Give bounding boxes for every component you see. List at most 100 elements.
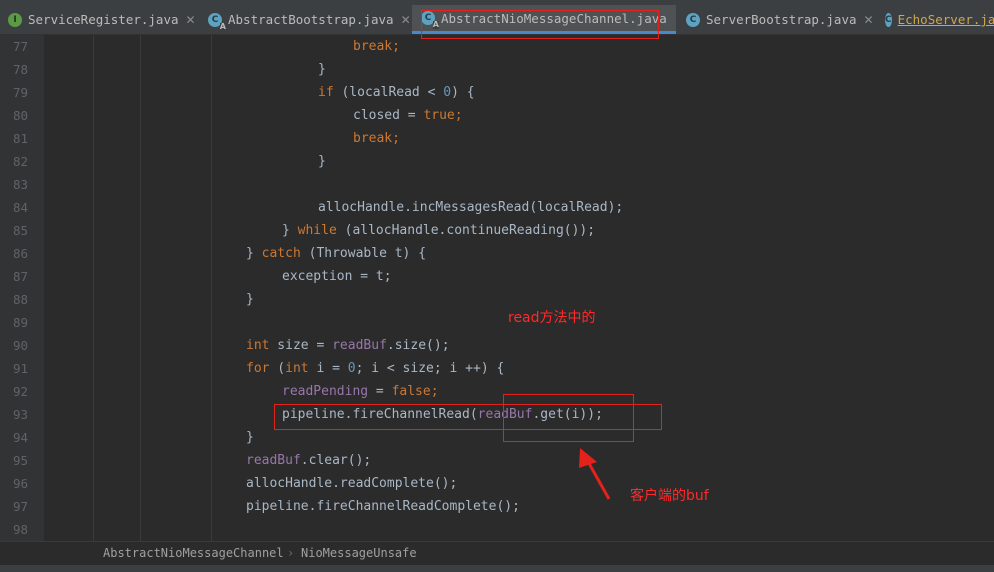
close-icon[interactable]: ✕	[186, 13, 196, 27]
tab-label: AbstractBootstrap.java	[228, 12, 394, 27]
line-number: 79	[12, 85, 28, 100]
code-editor[interactable]: break;} if (localRead < 0) {closed = true…	[44, 35, 994, 541]
line-number: 94	[12, 430, 28, 445]
annotation-read-method-note: read方法中的	[508, 310, 596, 326]
class-icon: C	[686, 12, 700, 27]
breadcrumb: AbstractNioMessageChannel › NioMessageUn…	[0, 541, 994, 564]
code-line: } while (allocHandle.continueReading());	[282, 219, 595, 242]
tab-label: ServiceRegister.java	[28, 12, 179, 27]
tab-echo-server[interactable]: C EchoServer.ja	[876, 5, 994, 34]
code-token: true;	[423, 108, 463, 123]
code-token: }	[318, 154, 326, 169]
code-token: .size();	[386, 338, 450, 353]
tab-service-register[interactable]: I ServiceRegister.java ✕	[0, 5, 198, 34]
code-token: (localRead <	[333, 85, 444, 100]
line-number-gutter: 77 78 79 80 81 82 83 84 85 86 87 88 89 90 91 92 93 94 95 96…	[0, 35, 44, 541]
code-token: }	[246, 430, 254, 445]
code-token: pipeline.fireChannelReadComplete();	[246, 499, 520, 514]
code-token: closed =	[353, 108, 424, 123]
code-token: .clear();	[300, 453, 372, 468]
code-line: break;	[353, 35, 400, 58]
line-number: 98	[12, 522, 28, 537]
annotation-box-readbuf-get	[503, 394, 634, 442]
line-number: 84	[12, 200, 28, 215]
line-number: 91	[12, 361, 28, 376]
tab-server-bootstrap[interactable]: C ServerBootstrap.java ✕	[676, 5, 876, 34]
code-token: }	[246, 246, 262, 261]
line-number: 83	[12, 177, 28, 192]
indent-guide	[93, 35, 94, 541]
line-number: 81	[12, 131, 28, 146]
code-token: allocHandle.readComplete();	[246, 476, 458, 491]
code-line: pipeline.fireChannelReadComplete();	[246, 495, 520, 518]
line-number: 88	[12, 292, 28, 307]
code-token: =	[368, 384, 392, 399]
tab-abstract-bootstrap[interactable]: CA AbstractBootstrap.java ✕	[198, 5, 412, 34]
code-token: readPending	[282, 384, 369, 399]
breadcrumb-class[interactable]: AbstractNioMessageChannel	[103, 542, 284, 564]
code-line: closed = true;	[353, 104, 463, 127]
line-number: 77	[12, 39, 28, 54]
line-number: 92	[12, 384, 28, 399]
code-line: int size = readBuf.size();	[246, 334, 450, 357]
line-number: 97	[12, 499, 28, 514]
code-line: }	[246, 288, 254, 311]
code-token: (	[269, 361, 286, 376]
code-token: ) {	[451, 85, 475, 100]
code-token: }	[318, 62, 326, 77]
line-number: 90	[12, 338, 28, 353]
code-line: break;	[353, 127, 400, 150]
line-number: 87	[12, 269, 28, 284]
breadcrumb-inner-class[interactable]: NioMessageUnsafe	[301, 542, 417, 564]
line-number: 96	[12, 476, 28, 491]
code-token: allocHandle.incMessagesRead(localRead);	[318, 200, 624, 215]
line-number: 95	[12, 453, 28, 468]
indent-guide	[140, 35, 141, 541]
annotation-arrow	[579, 448, 611, 500]
code-token: for	[246, 361, 270, 376]
code-line: allocHandle.readComplete();	[246, 472, 457, 495]
line-number: 93	[12, 407, 28, 422]
indent-guide	[211, 35, 212, 541]
close-icon[interactable]: ✕	[864, 13, 874, 27]
code-token: int	[246, 338, 270, 353]
annotation-client-buf-note: 客户端的buf	[630, 488, 709, 504]
abstract-class-icon: CA	[208, 12, 226, 31]
code-line: }	[318, 58, 326, 81]
code-line: for (int i = 0; i < size; i ++) {	[246, 357, 504, 380]
code-line: exception = t;	[282, 265, 392, 288]
code-token: break;	[353, 39, 400, 54]
code-token: int	[285, 361, 309, 376]
code-token: }	[282, 223, 298, 238]
code-token: readBuf	[332, 338, 387, 353]
code-token: ; i < size; i ++) {	[355, 361, 505, 376]
tab-label: ServerBootstrap.java	[706, 12, 857, 27]
arrow-head	[579, 448, 597, 468]
code-token: readBuf	[246, 453, 301, 468]
code-token: size =	[269, 338, 333, 353]
code-line: }	[318, 150, 326, 173]
line-number: 82	[12, 154, 28, 169]
code-line: readPending = false;	[282, 380, 439, 403]
code-token: if	[318, 85, 334, 100]
code-token: i =	[308, 361, 348, 376]
breadcrumb-separator: ›	[287, 546, 295, 560]
code-token: false;	[391, 384, 439, 399]
code-token: }	[246, 292, 254, 307]
code-token: 0	[347, 361, 356, 376]
code-token: (allocHandle.continueReading());	[336, 223, 596, 238]
line-number: 85	[12, 223, 28, 238]
code-token: 0	[443, 85, 452, 100]
tab-label: EchoServer.ja	[897, 12, 994, 27]
code-line: readBuf.clear();	[246, 449, 371, 472]
code-line: if (localRead < 0) {	[318, 81, 475, 104]
line-number: 86	[12, 246, 28, 261]
interface-icon: I	[8, 12, 22, 27]
close-icon[interactable]: ✕	[401, 13, 411, 27]
code-token: exception = t;	[282, 269, 392, 284]
code-token: break;	[353, 131, 400, 146]
code-token: while	[297, 223, 337, 238]
class-icon: C	[885, 12, 892, 27]
code-token: (Throwable t) {	[300, 246, 427, 261]
code-line: } catch (Throwable t) {	[246, 242, 426, 265]
